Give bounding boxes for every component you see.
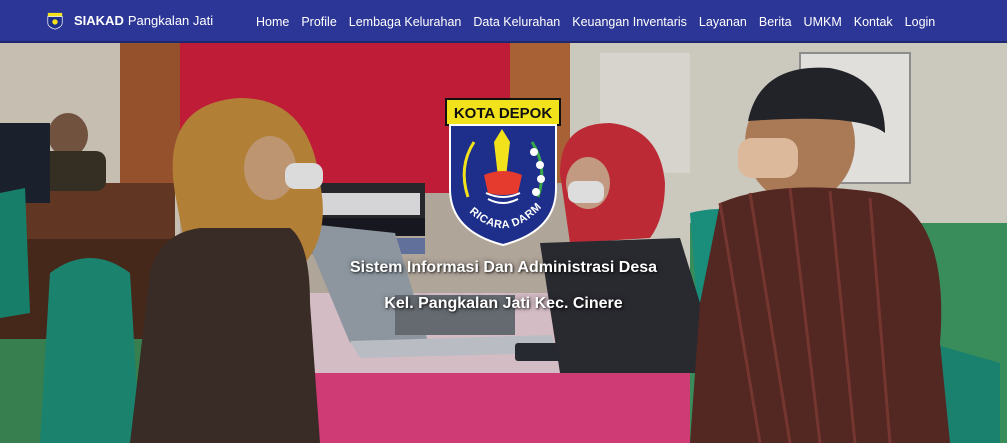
nav-profile[interactable]: Profile (301, 15, 336, 29)
top-navbar: SIAKAD Pangkalan Jati Home Profile Lemba… (0, 0, 1007, 43)
brand-name-strong: SIAKAD (74, 13, 124, 28)
main-nav: Home Profile Lembaga Kelurahan Data Kelu… (256, 0, 947, 43)
nav-layanan[interactable]: Layanan (699, 15, 747, 29)
brand-link[interactable]: SIAKAD Pangkalan Jati (46, 12, 213, 30)
emblem-top-text: KOTA DEPOK (454, 105, 553, 122)
brand-name-rest: Pangkalan Jati (127, 13, 214, 28)
nav-login[interactable]: Login (905, 15, 936, 29)
hero-title: Sistem Informasi Dan Administrasi Desa (349, 259, 658, 276)
nav-keuangan-inventaris[interactable]: Keuangan Inventaris (572, 15, 687, 29)
nav-umkm[interactable]: UMKM (804, 15, 842, 29)
hero-subtitle: Kel. Pangkalan Jati Kec. Cinere (384, 295, 623, 312)
nav-kontak[interactable]: Kontak (854, 15, 893, 29)
nav-data-kelurahan[interactable]: Data Kelurahan (473, 15, 560, 29)
kota-depok-emblem-icon (47, 12, 63, 29)
nav-home[interactable]: Home (256, 15, 289, 29)
kota-depok-emblem: KOTA DEPOK PARICARA DARMA (444, 97, 561, 247)
nav-lembaga-kelurahan[interactable]: Lembaga Kelurahan (349, 15, 462, 29)
nav-berita[interactable]: Berita (759, 15, 792, 29)
hero-banner: KOTA DEPOK PARICARA DARMA Sistem Informa… (0, 43, 1007, 443)
